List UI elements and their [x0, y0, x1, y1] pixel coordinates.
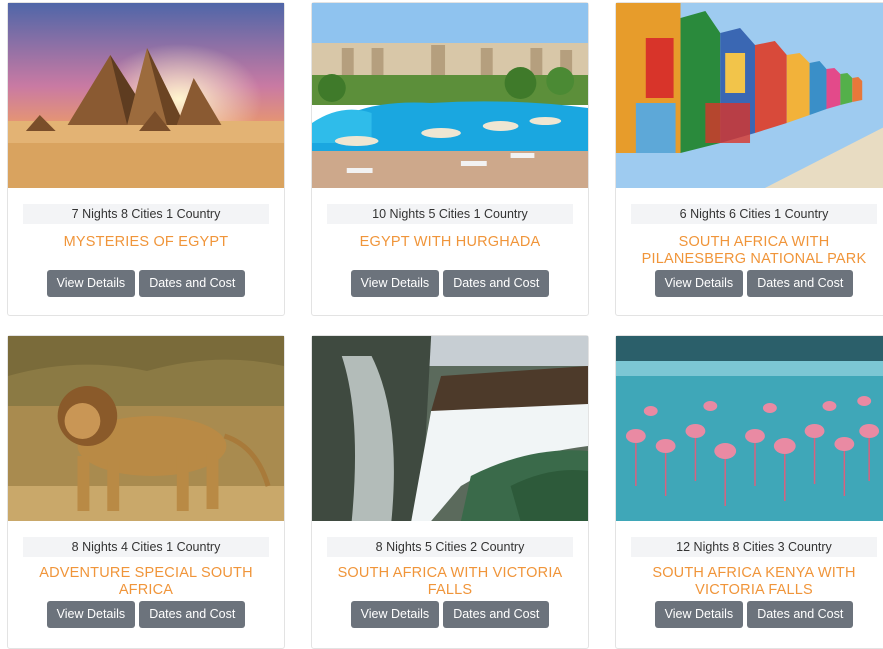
view-details-button[interactable]: View Details [46, 601, 136, 628]
tour-meta: 8 Nights 4 Cities 1 Country [23, 537, 269, 557]
pyramids-image[interactable] [8, 3, 284, 188]
view-details-button[interactable]: View Details [350, 270, 440, 297]
tour-card: 7 Nights 8 Cities 1 Country MYSTERIES OF… [7, 2, 285, 316]
resort-pool-image[interactable] [312, 3, 588, 188]
dates-and-cost-button[interactable]: Dates and Cost [747, 270, 854, 297]
tour-card: 8 Nights 5 Cities 2 Country SOUTH AFRICA… [311, 335, 589, 649]
dates-and-cost-button[interactable]: Dates and Cost [139, 270, 246, 297]
view-details-button[interactable]: View Details [350, 601, 440, 628]
view-details-button[interactable]: View Details [46, 270, 136, 297]
waterfall-image[interactable] [312, 336, 588, 521]
tour-meta: 12 Nights 8 Cities 3 Country [631, 537, 877, 557]
tour-title[interactable]: ADVENTURE SPECIAL SOUTH AFRICA [18, 565, 274, 599]
tour-card: 12 Nights 8 Cities 3 Country SOUTH AFRIC… [615, 335, 883, 649]
view-details-button[interactable]: View Details [654, 601, 744, 628]
tour-title[interactable]: SOUTH AFRICA WITH VICTORIA FALLS [322, 565, 578, 599]
tour-card: 10 Nights 5 Cities 1 Country EGYPT WITH … [311, 2, 589, 316]
lion-image[interactable] [8, 336, 284, 521]
dates-and-cost-button[interactable]: Dates and Cost [139, 601, 246, 628]
dates-and-cost-button[interactable]: Dates and Cost [443, 270, 550, 297]
tour-meta: 7 Nights 8 Cities 1 Country [23, 204, 269, 224]
dates-and-cost-button[interactable]: Dates and Cost [443, 601, 550, 628]
tour-card: 6 Nights 6 Cities 1 Country SOUTH AFRICA… [615, 2, 883, 316]
tour-title[interactable]: EGYPT WITH HURGHADA [322, 234, 578, 268]
view-details-button[interactable]: View Details [654, 270, 744, 297]
tour-meta: 10 Nights 5 Cities 1 Country [327, 204, 573, 224]
tour-title[interactable]: SOUTH AFRICA KENYA WITH VICTORIA FALLS [626, 565, 882, 599]
beach-huts-image[interactable] [616, 3, 883, 188]
flamingos-image[interactable] [616, 336, 883, 521]
tour-title[interactable]: SOUTH AFRICA WITH PILANESBERG NATIONAL P… [626, 234, 882, 268]
dates-and-cost-button[interactable]: Dates and Cost [747, 601, 854, 628]
tour-title[interactable]: MYSTERIES OF EGYPT [18, 234, 274, 268]
tour-card: 8 Nights 4 Cities 1 Country ADVENTURE SP… [7, 335, 285, 649]
tour-meta: 6 Nights 6 Cities 1 Country [631, 204, 877, 224]
tour-meta: 8 Nights 5 Cities 2 Country [327, 537, 573, 557]
